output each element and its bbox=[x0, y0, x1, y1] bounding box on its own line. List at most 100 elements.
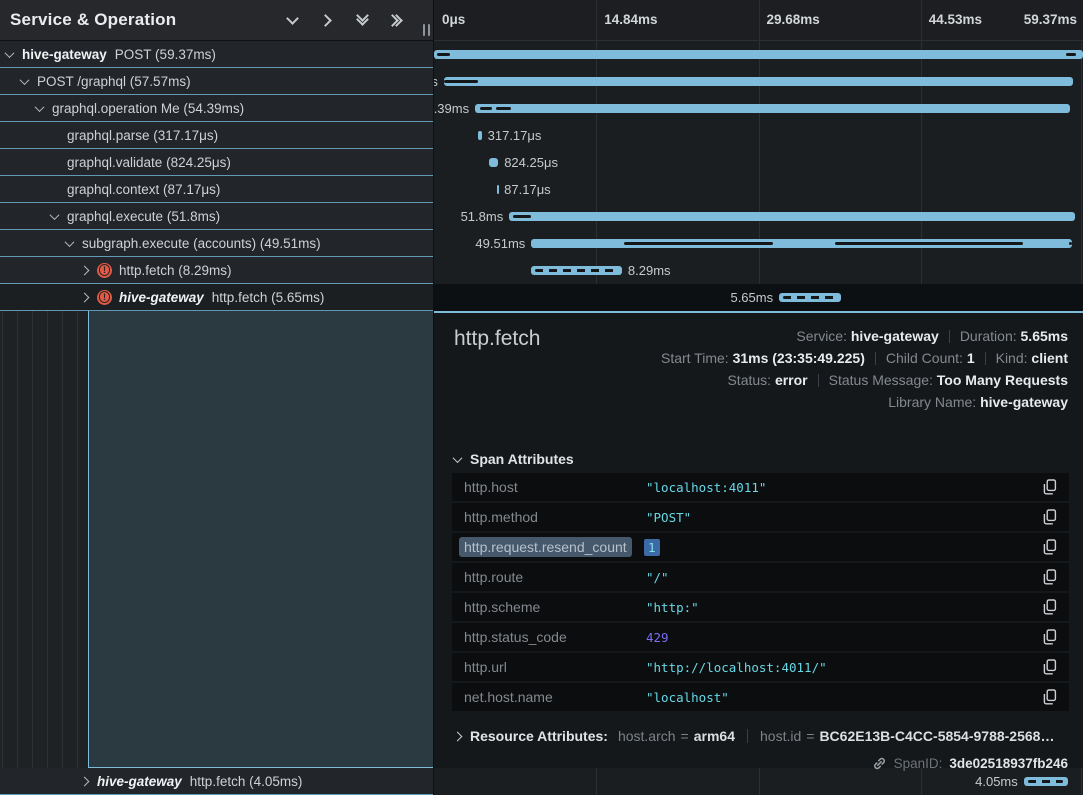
timeline-row[interactable]: 87.17μs bbox=[434, 176, 1083, 203]
tree-row[interactable]: graphql.validate (824.25μs) bbox=[0, 149, 433, 176]
axis-tick-4: 59.37ms bbox=[1024, 12, 1077, 27]
copy-icon[interactable] bbox=[1043, 479, 1057, 495]
span-duration-bar[interactable] bbox=[444, 77, 1073, 86]
timeline-row[interactable]: 51.8ms bbox=[434, 203, 1083, 230]
meta-label: Kind: bbox=[996, 350, 1032, 366]
meta-divider bbox=[875, 352, 876, 365]
meta-label: Status Message: bbox=[829, 372, 937, 388]
timeline-bottom-row: 4.05ms bbox=[434, 768, 1083, 795]
tree-row[interactable]: hive-gatewayhttp.fetch (5.65ms) bbox=[0, 284, 433, 311]
tree-row[interactable]: graphql.parse (317.17μs) bbox=[0, 122, 433, 149]
axis-tick-3: 44.53ms bbox=[929, 12, 982, 27]
span-duration-bar[interactable] bbox=[489, 158, 498, 167]
copy-icon[interactable] bbox=[1043, 569, 1057, 585]
copy-icon[interactable] bbox=[1043, 539, 1057, 555]
tree-row[interactable]: hive-gatewayPOST (59.37ms) bbox=[0, 41, 433, 68]
span-duration-bar[interactable] bbox=[509, 212, 1075, 221]
child-span-mark bbox=[835, 242, 1023, 245]
equals-sign: = bbox=[806, 728, 814, 744]
expand-one-icon[interactable] bbox=[319, 12, 335, 28]
duration-label: 87.17μs bbox=[498, 176, 551, 203]
equals-sign: = bbox=[681, 728, 689, 744]
timeline-row[interactable]: 5.65ms bbox=[434, 284, 1083, 311]
chevron-right-icon[interactable] bbox=[80, 292, 90, 302]
span-duration-bar[interactable] bbox=[475, 104, 1070, 113]
timeline-row[interactable]: 54.39ms bbox=[434, 95, 1083, 122]
meta-value: Too Many Requests bbox=[937, 372, 1068, 388]
meta-label: Start Time: bbox=[661, 350, 733, 366]
copy-icon[interactable] bbox=[1043, 629, 1057, 645]
panel-resize-handle[interactable] bbox=[423, 24, 433, 36]
duration-label: 317.17μs bbox=[482, 122, 542, 149]
timeline-rows: 57.57ms54.39ms317.17μs824.25μs87.17μs51.… bbox=[434, 41, 1083, 311]
copy-icon[interactable] bbox=[1043, 599, 1057, 615]
service-name: hive-gateway bbox=[97, 774, 182, 789]
attribute-row: http.route"/" bbox=[452, 563, 1069, 591]
meta-label: Duration: bbox=[960, 328, 1021, 344]
chevron-down-icon[interactable] bbox=[50, 210, 60, 220]
span-label: subgraph.execute (accounts) (49.51ms) bbox=[82, 236, 321, 251]
copy-icon[interactable] bbox=[1043, 689, 1057, 705]
span-label: graphql.validate (824.25μs) bbox=[67, 155, 231, 170]
chevron-down-icon[interactable] bbox=[35, 102, 45, 112]
timeline-row[interactable]: 4.05ms bbox=[434, 768, 1083, 795]
expand-all-icon[interactable] bbox=[389, 12, 405, 28]
tree-row[interactable]: graphql.context (87.17μs) bbox=[0, 176, 433, 203]
copy-icon[interactable] bbox=[1043, 509, 1057, 525]
meta-value: error bbox=[775, 372, 808, 388]
span-detail-panel: http.fetch Service: hive-gatewayDuration… bbox=[434, 311, 1083, 768]
chevron-down-icon[interactable] bbox=[5, 48, 15, 58]
attribute-key: http.method bbox=[464, 509, 646, 525]
timeline-row[interactable]: 824.25μs bbox=[434, 149, 1083, 176]
resource-attributes-row[interactable]: Resource Attributes: host.arch=arm64host… bbox=[454, 728, 1069, 744]
selected-span-expanded-area bbox=[0, 311, 433, 768]
timeline-row[interactable]: 317.17μs bbox=[434, 122, 1083, 149]
attribute-key: http.url bbox=[464, 659, 646, 675]
timeline-row[interactable]: 8.29ms bbox=[434, 257, 1083, 284]
span-attributes-title: Span Attributes bbox=[470, 451, 574, 467]
copy-icon[interactable] bbox=[1043, 659, 1057, 675]
trace-viewer: Service & Operation hive-gatewayPOST (59… bbox=[0, 0, 1083, 795]
tree-row[interactable]: hive-gatewayhttp.fetch (4.05ms) bbox=[0, 768, 433, 795]
timeline-row[interactable] bbox=[434, 41, 1083, 68]
span-label: graphql.execute (51.8ms) bbox=[67, 209, 220, 224]
meta-value: hive-gateway bbox=[980, 394, 1068, 410]
duration-label: 8.29ms bbox=[622, 257, 671, 284]
meta-divider bbox=[985, 352, 986, 365]
axis-tick-2: 29.68ms bbox=[767, 12, 820, 27]
tree-row[interactable]: POST /graphql (57.57ms) bbox=[0, 68, 433, 95]
tree-row[interactable]: graphql.execute (51.8ms) bbox=[0, 203, 433, 230]
chevron-down-icon bbox=[453, 453, 463, 463]
service-name: hive-gateway bbox=[119, 290, 204, 305]
span-meta: Service: hive-gatewayDuration: 5.65msSta… bbox=[661, 325, 1068, 413]
child-span-mark bbox=[1066, 53, 1076, 56]
attribute-row: http.status_code429 bbox=[452, 623, 1069, 651]
meta-value: hive-gateway bbox=[851, 328, 939, 344]
chevron-down-icon[interactable] bbox=[20, 75, 30, 85]
chevron-right-icon[interactable] bbox=[80, 776, 90, 786]
span-attributes-header[interactable]: Span Attributes bbox=[454, 451, 574, 467]
tree-row[interactable]: graphql.operation Me (54.39ms) bbox=[0, 95, 433, 122]
span-duration-bar[interactable] bbox=[434, 50, 1083, 59]
span-label: graphql.context (87.17μs) bbox=[67, 182, 220, 197]
duration-label: 51.8ms bbox=[461, 203, 510, 230]
child-span-mark bbox=[624, 242, 773, 245]
duration-label: 49.51ms bbox=[475, 230, 531, 257]
span-meta-line: Start Time: 31ms (23:35:49.225)Child Cou… bbox=[661, 347, 1068, 369]
axis-tick-0: 0μs bbox=[442, 12, 465, 27]
attribute-key: net.host.name bbox=[464, 689, 646, 705]
collapse-all-icon[interactable] bbox=[354, 12, 370, 28]
span-label: POST /graphql (57.57ms) bbox=[37, 74, 191, 89]
span-label: graphql.parse (317.17μs) bbox=[67, 128, 218, 143]
timeline-row[interactable]: 57.57ms bbox=[434, 68, 1083, 95]
chevron-right-icon[interactable] bbox=[80, 265, 90, 275]
chevron-down-icon[interactable] bbox=[65, 237, 75, 247]
tree-row[interactable]: subgraph.execute (accounts) (49.51ms) bbox=[0, 230, 433, 257]
resource-divider bbox=[747, 729, 748, 743]
duration-label: 5.65ms bbox=[730, 284, 779, 311]
timeline-row[interactable]: 49.51ms bbox=[434, 230, 1083, 257]
span-tree-bottom: hive-gatewayhttp.fetch (4.05ms) bbox=[0, 768, 433, 795]
attribute-key: http.route bbox=[464, 569, 646, 585]
collapse-one-icon[interactable] bbox=[284, 12, 300, 28]
tree-row[interactable]: http.fetch (8.29ms) bbox=[0, 257, 433, 284]
